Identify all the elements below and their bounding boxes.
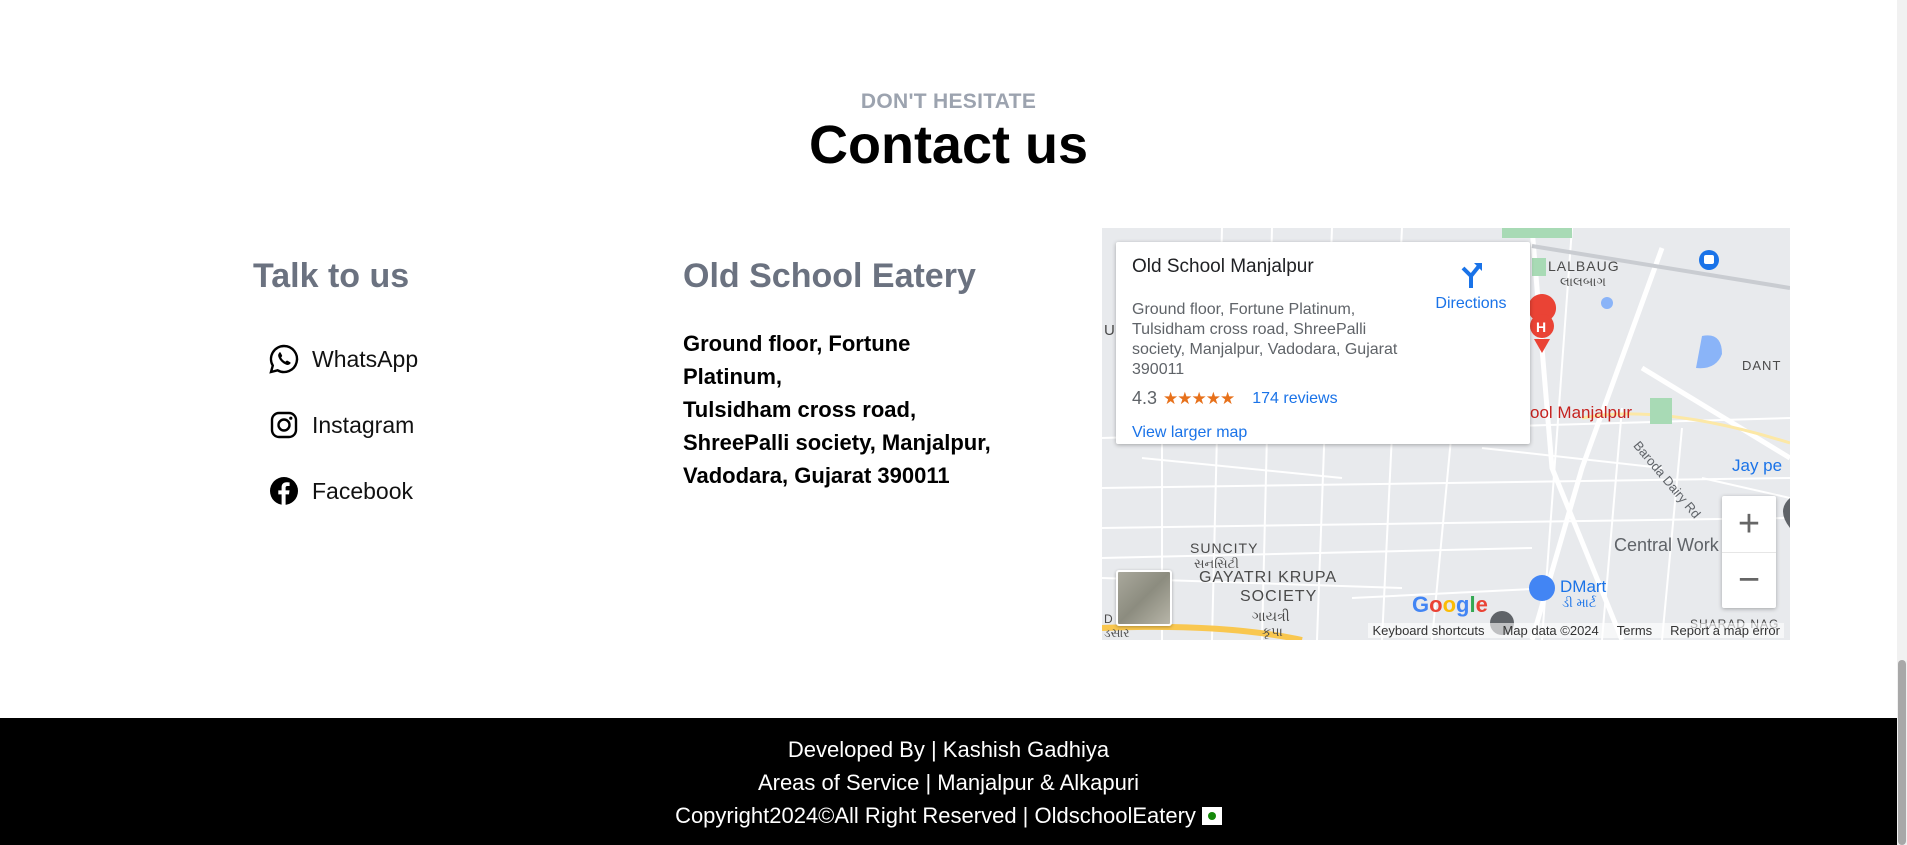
map-label-d: D xyxy=(1104,612,1113,626)
whatsapp-label: WhatsApp xyxy=(312,345,419,372)
page-title: Contact us xyxy=(808,115,1089,175)
terms-link[interactable]: Terms xyxy=(1617,623,1652,638)
footer-developed: Developed By | Kashish Gadhiya xyxy=(787,737,1110,762)
whatsapp-link[interactable]: WhatsApp xyxy=(268,343,418,375)
map-place-marker-label: ool Manjalpur xyxy=(1530,403,1633,422)
page-scrollbar[interactable] xyxy=(1897,0,1907,845)
address-line: Tulsidham cross road, xyxy=(683,397,917,422)
facebook-icon xyxy=(270,477,298,505)
directions-icon xyxy=(1461,263,1482,288)
instagram-label: Instagram xyxy=(312,411,415,438)
talk-heading: Talk to us xyxy=(253,257,410,295)
site-footer: Developed By | Kashish Gadhiya Areas of … xyxy=(0,718,1897,845)
map-label-society: SOCIETY xyxy=(1240,588,1318,605)
rating-stars-icon: ★★★★★ xyxy=(1163,388,1235,408)
map-label-sar: ડસાર xyxy=(1104,626,1130,640)
view-larger-map-link[interactable]: View larger map xyxy=(1132,424,1247,442)
satellite-toggle[interactable] xyxy=(1116,570,1172,626)
map-info-card: Old School Manjalpur Ground floor, Fortu… xyxy=(1116,242,1530,444)
zoom-out-button[interactable]: − xyxy=(1722,552,1776,608)
map-zoom-controls: + − xyxy=(1722,496,1776,608)
rating-value: 4.3 xyxy=(1132,388,1158,408)
whatsapp-icon xyxy=(269,344,299,374)
reviews-link[interactable]: 174 reviews xyxy=(1252,390,1337,408)
map-place-name: Old School Manjalpur xyxy=(1132,256,1314,277)
instagram-link[interactable]: Instagram xyxy=(268,409,414,441)
map-label-dmart-gu: ડી માર્ટ xyxy=(1562,595,1597,610)
contact-page: DON'T HESITATE Contact us Talk to us Wha… xyxy=(0,0,1907,845)
section-eyebrow: DON'T HESITATE xyxy=(860,90,1037,113)
map-label-gayatri: GAYATRI KRUPA xyxy=(1199,569,1338,586)
address-line: ShreePalli society, Manjalpur, xyxy=(683,430,991,455)
map-label-u: U xyxy=(1104,322,1115,339)
eatery-address: Ground floor, Fortune Platinum, Tulsidha… xyxy=(683,327,1013,492)
map-label-dmart: DMart xyxy=(1560,577,1607,596)
eatery-heading: Old School Eatery xyxy=(683,257,976,295)
map-label-central: Central Work xyxy=(1614,535,1719,555)
map-label-krupa-gu: કૃપા xyxy=(1262,624,1283,639)
facebook-label: Facebook xyxy=(312,477,414,504)
map-label-suncity: SUNCITY xyxy=(1190,540,1259,556)
map-rating: 4.3 ★★★★★ 174 reviews xyxy=(1132,388,1338,409)
zoom-in-button[interactable]: + xyxy=(1722,496,1776,552)
india-flag-icon xyxy=(1201,807,1222,825)
map-label-lalbaug: LALBAUG xyxy=(1548,258,1620,274)
map-embed[interactable]: H LALBAUG લાલબાગ DANT ool Manjalpur Baro… xyxy=(1102,228,1790,640)
footer-areas: Areas of Service | Manjalpur & Alkapuri xyxy=(757,770,1140,795)
directions-label: Directions xyxy=(1435,295,1507,312)
instagram-icon xyxy=(270,411,298,439)
map-place-address: Ground floor, Fortune Platinum, Tulsidha… xyxy=(1132,301,1398,378)
directions-button[interactable]: Directions xyxy=(1426,260,1516,313)
footer-copyright: Copyright2024©All Right Reserved | Oldsc… xyxy=(0,799,1897,832)
google-logo: Google xyxy=(1412,592,1488,617)
copyright-text: Copyright2024©All Right Reserved | Oldsc… xyxy=(675,803,1196,828)
facebook-link[interactable]: Facebook xyxy=(268,475,413,507)
svg-text:H: H xyxy=(1536,319,1546,335)
map-label-gayatri-gu: ગાયત્રી xyxy=(1252,608,1290,624)
address-line: Vadodara, Gujarat 390011 xyxy=(683,463,950,488)
address-line: Ground floor, Fortune Platinum, xyxy=(683,331,911,389)
keyboard-shortcuts-link[interactable]: Keyboard shortcuts xyxy=(1372,623,1484,638)
map-label-dant: DANT xyxy=(1742,358,1782,373)
scrollbar-thumb[interactable] xyxy=(1898,660,1906,845)
map-label-jay: Jay pe xyxy=(1732,456,1783,475)
map-label-lalbaug-gu: લાલબાગ xyxy=(1560,274,1606,289)
map-attribution: Keyboard shortcuts Map data ©2024 Terms … xyxy=(1368,623,1784,638)
report-map-error-link[interactable]: Report a map error xyxy=(1670,623,1780,638)
map-data-label: Map data ©2024 xyxy=(1502,623,1599,638)
